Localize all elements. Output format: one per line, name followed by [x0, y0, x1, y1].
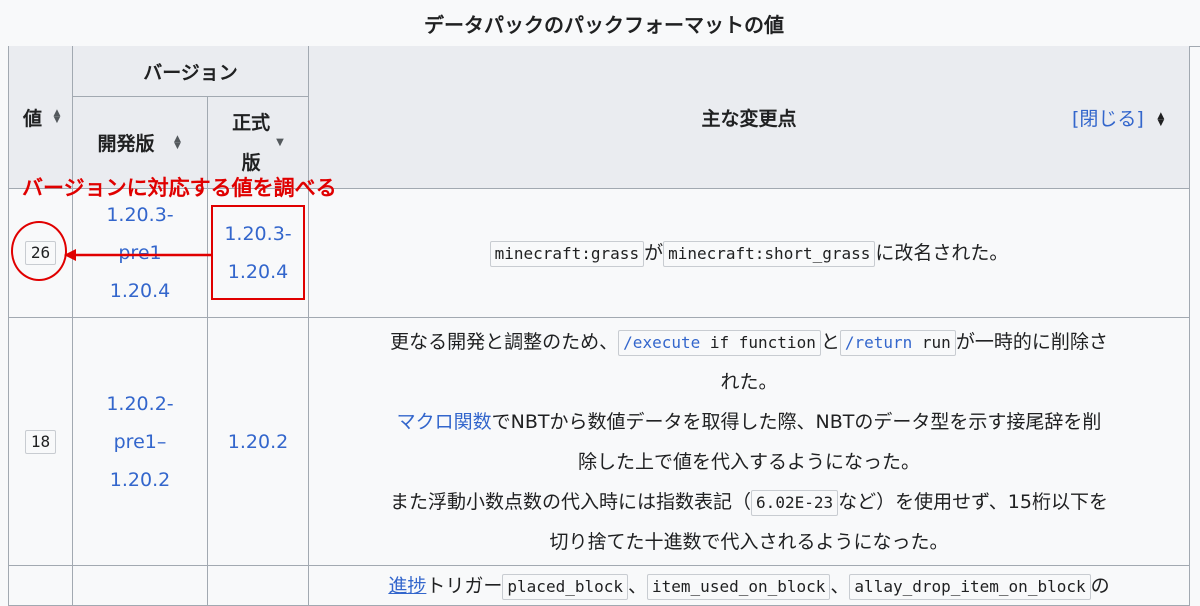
change-text: など）を使用せず、15桁以下を — [838, 490, 1108, 513]
code-rest: run — [912, 332, 951, 352]
dev-version-link[interactable]: 1.20.4 — [110, 280, 170, 302]
header-value[interactable]: 値 ▲ ▼ — [8, 46, 73, 189]
table-row-3-release — [208, 566, 309, 606]
advancement-link[interactable]: 進捗 — [388, 575, 426, 597]
sort-icon[interactable]: ▲ ▼ — [52, 109, 62, 125]
header-dev-label: 開発版 — [97, 133, 155, 155]
macro-function-link[interactable]: マクロ関数 — [397, 411, 492, 433]
dev-version-link[interactable]: 1.20.2- — [106, 393, 173, 415]
sort-icon[interactable]: ▲ ▼ — [173, 134, 183, 150]
table-row-1-changes: minecraft:grass が minecraft:short_grass に改名… — [309, 189, 1190, 318]
header-changes: 主な変更点 — [309, 46, 1190, 189]
release-version-link[interactable]: 1.20.2 — [228, 423, 288, 461]
code-item-used: item_used_on_block — [647, 574, 831, 600]
code-short-grass: minecraft:short_grass — [663, 241, 876, 267]
code-keyword[interactable]: /execute — [623, 333, 700, 352]
annotation-arrow — [64, 249, 212, 261]
table-caption: データパックのパックフォーマットの値 — [8, 0, 1200, 47]
code-placed-block: placed_block — [502, 574, 628, 600]
table-row-3-changes: 進捗トリガー placed_block、 item_used_on_block、 al… — [309, 566, 1190, 606]
table-row-2-dev: 1.20.2- pre1– 1.20.2 — [73, 318, 208, 566]
change-text: の — [1090, 575, 1110, 597]
change-text: また浮動小数点数の代入時には指数表記（ — [390, 490, 752, 513]
table-row-3-dev — [73, 566, 208, 606]
change-text: と — [820, 330, 840, 353]
table-row-2-release: 1.20.2 — [208, 318, 309, 566]
change-text: 更なる開発と調整のため、 — [390, 330, 619, 353]
sort-icon[interactable]: ▲ ▼ — [1156, 111, 1166, 127]
annotation-circle — [11, 221, 67, 281]
header-release-label-2: 版 — [241, 151, 261, 174]
table-row-3-value — [8, 566, 73, 606]
change-text: が一時的に削除さ — [955, 330, 1108, 353]
header-version-label: バージョン — [143, 61, 238, 84]
collapse-toggle[interactable]: [閉じる] ▲ ▼ — [1072, 104, 1166, 131]
change-text: に改名された。 — [875, 242, 1009, 264]
dev-version-link[interactable]: 1.20.3- — [106, 204, 173, 226]
code-allay-drop: allay_drop_item_on_block — [849, 574, 1091, 600]
collapse-toggle-label[interactable]: [閉じる] — [1072, 108, 1144, 130]
table-row-2-changes: 更なる開発と調整のため、/execute if function と/return… — [309, 318, 1190, 566]
change-text: でNBTから数値データを取得した際、NBTのデータ型を示す接尾辞を削 — [491, 410, 1102, 433]
annotation-box — [211, 205, 305, 300]
code-exponent: 6.02E-23 — [751, 489, 839, 516]
change-text: 除した上で値を代入するようになった。 — [577, 450, 920, 473]
code-return: /return run — [839, 329, 956, 356]
header-changes-label: 主な変更点 — [701, 107, 797, 130]
dev-version-link[interactable]: pre1– — [114, 431, 167, 453]
code-rest: if function — [700, 332, 816, 352]
header-version: バージョン — [73, 46, 309, 97]
table-row-2-value: 18 — [8, 318, 73, 566]
dev-version-link[interactable]: 1.20.2 — [110, 469, 170, 491]
code-keyword[interactable]: /return — [845, 333, 912, 352]
change-text: が — [644, 242, 664, 264]
change-text: 切り捨てた十進数で代入されるようになった。 — [549, 530, 949, 553]
code-grass: minecraft:grass — [489, 241, 645, 267]
sort-desc-icon[interactable]: ▼ — [276, 137, 284, 148]
header-release-label-1: 正式 — [232, 111, 271, 134]
change-text: れた。 — [720, 370, 778, 393]
header-value-label: 値 — [23, 107, 43, 130]
annotation-label: バージョンに対応する値を調べる — [22, 176, 337, 200]
code-execute: /execute if function — [618, 329, 821, 356]
value-18: 18 — [24, 429, 57, 454]
change-text: トリガー — [426, 575, 503, 597]
